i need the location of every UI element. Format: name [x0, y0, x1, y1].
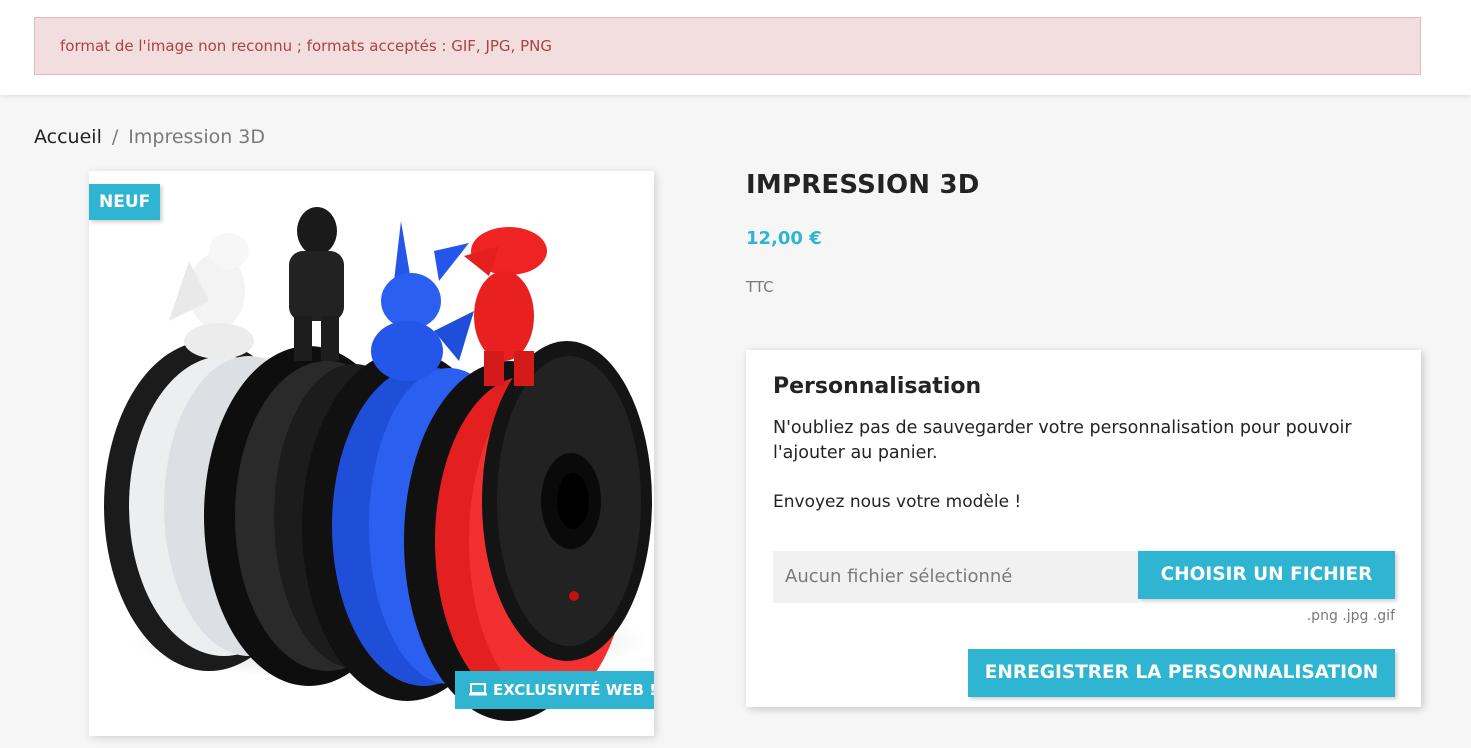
- upload-field-label: Envoyez nous votre modèle !: [773, 492, 1022, 512]
- web-exclusive-badge: EXCLUSIVITÉ WEB !: [455, 671, 657, 710]
- product-price: 12,00 €: [746, 228, 822, 249]
- tax-label: TTC: [746, 278, 774, 296]
- pikachu-figurine-blue: [371, 221, 474, 381]
- breadcrumb-current: Impression 3D: [128, 126, 266, 148]
- product-title: IMPRESSION 3D: [746, 170, 980, 200]
- accepted-file-types: .png .jpg .gif: [1306, 608, 1395, 624]
- laptop-icon: [469, 672, 487, 710]
- breadcrumb: Accueil / Impression 3D: [34, 126, 265, 148]
- new-product-badge: NEUF: [89, 184, 161, 220]
- filament-spools-illustration: [104, 207, 652, 721]
- customization-panel: Personnalisation N'oubliez pas de sauveg…: [746, 350, 1421, 707]
- file-name-display[interactable]: Aucun fichier sélectionné: [773, 551, 1139, 603]
- web-exclusive-label: EXCLUSIVITÉ WEB !: [493, 681, 657, 699]
- customization-note: N'oubliez pas de sauvegarder votre perso…: [773, 418, 1352, 463]
- choose-file-button[interactable]: CHOISIR UN FICHIER: [1138, 551, 1395, 599]
- notification-area: format de l'image non reconnu ; formats …: [0, 0, 1471, 95]
- product-image[interactable]: [89, 171, 654, 736]
- breadcrumb-separator: /: [111, 126, 119, 148]
- error-alert: format de l'image non reconnu ; formats …: [34, 17, 1421, 75]
- mandalorian-figurine-black: [289, 207, 344, 361]
- dragon-figurine-white: [169, 233, 254, 359]
- save-customization-button[interactable]: ENREGISTRER LA PERSONNALISATION: [968, 649, 1395, 697]
- customization-heading: Personnalisation: [773, 374, 982, 399]
- breadcrumb-home-link[interactable]: Accueil: [34, 126, 102, 148]
